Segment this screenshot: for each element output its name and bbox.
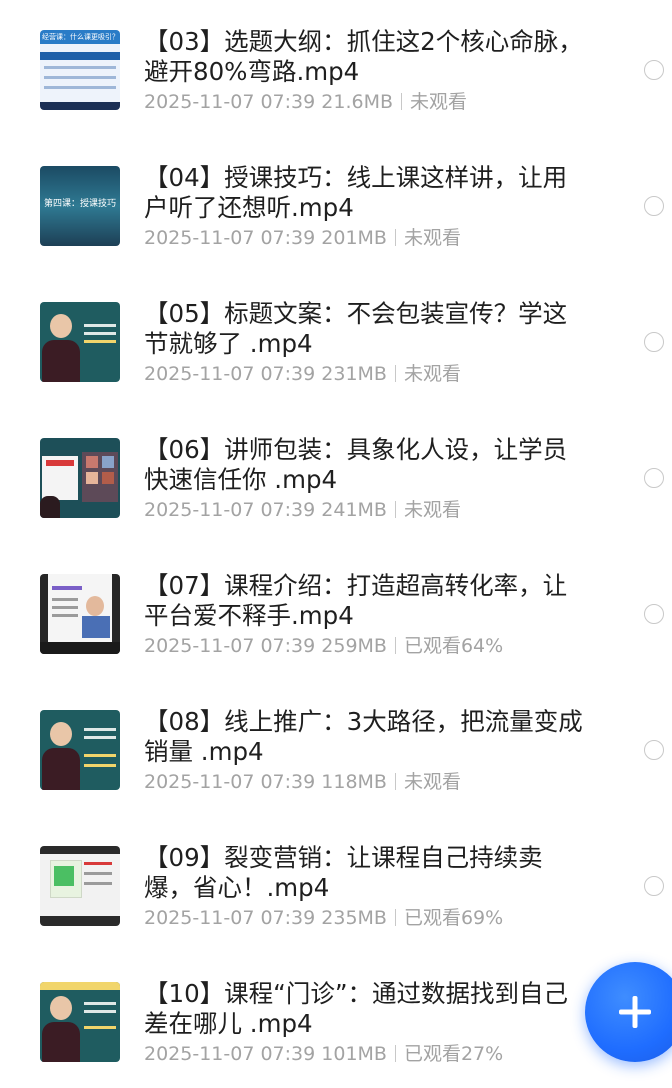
video-thumbnail[interactable]: 经营课：什么课更吸引？ <box>40 30 120 110</box>
video-date: 2025-11-07 07:39 <box>144 499 316 521</box>
meta-divider <box>394 1045 396 1062</box>
list-item[interactable]: 经营课：什么课更吸引？ 【03】选题大纲：抓住这2个核心命脉，避开80%弯路.m… <box>0 0 672 136</box>
list-item[interactable]: 【10】课程“门诊”：通过数据找到自己差在哪儿 .mp4 2025-11-07 … <box>0 952 672 1088</box>
video-meta: 2025-11-07 07:39 231MB 未观看 <box>144 360 604 388</box>
video-title: 【06】讲师包装：具象化人设，让学员快速信任你 .mp4 <box>144 435 568 494</box>
video-date: 2025-11-07 07:39 <box>144 635 316 657</box>
meta-divider <box>394 229 396 246</box>
meta-divider <box>394 365 396 382</box>
thumbnail-caption: 经营课：什么课更吸引？ <box>42 33 118 41</box>
meta-divider <box>394 773 396 790</box>
radio-circle-icon[interactable] <box>644 332 664 352</box>
video-title: 【05】标题文案：不会包装宣传？学这节就够了 .mp4 <box>144 299 568 358</box>
video-date: 2025-11-07 07:39 <box>144 227 316 249</box>
video-title: 【09】裂变营销：让课程自己持续卖爆，省心！.mp4 <box>144 843 543 902</box>
video-title: 【03】选题大纲：抓住这2个核心命脉，避开80%弯路.mp4 <box>144 27 583 86</box>
video-size: 259MB <box>321 635 387 657</box>
radio-circle-icon[interactable] <box>644 604 664 624</box>
watch-status: 未观看 <box>403 363 461 385</box>
list-item[interactable]: 【09】裂变营销：让课程自己持续卖爆，省心！.mp4 2025-11-07 07… <box>0 816 672 952</box>
video-meta: 2025-11-07 07:39 259MB 已观看64% <box>144 632 604 660</box>
watch-status: 未观看 <box>410 91 468 113</box>
meta-divider <box>394 501 396 518</box>
video-meta: 2025-11-07 07:39 101MB 已观看27% <box>144 1040 604 1068</box>
watch-status: 已观看69% <box>403 907 504 929</box>
video-size: 201MB <box>321 227 387 249</box>
video-title: 【08】线上推广：3大路径，把流量变成销量 .mp4 <box>144 707 583 766</box>
video-date: 2025-11-07 07:39 <box>144 771 316 793</box>
video-title: 【07】课程介绍：打造超高转化率，让平台爱不释手.mp4 <box>144 571 568 630</box>
video-size: 241MB <box>321 499 387 521</box>
radio-circle-icon[interactable] <box>644 60 664 80</box>
list-item[interactable]: 【08】线上推广：3大路径，把流量变成销量 .mp4 2025-11-07 07… <box>0 680 672 816</box>
radio-circle-icon[interactable] <box>644 468 664 488</box>
video-date: 2025-11-07 07:39 <box>144 91 316 113</box>
video-date: 2025-11-07 07:39 <box>144 907 316 929</box>
video-meta: 2025-11-07 07:39 235MB 已观看69% <box>144 904 604 932</box>
video-meta: 2025-11-07 07:39 21.6MB 未观看 <box>144 88 604 116</box>
meta-divider <box>401 93 402 110</box>
watch-status: 未观看 <box>403 227 461 249</box>
video-title: 【10】课程“门诊”：通过数据找到自己差在哪儿 .mp4 <box>144 979 569 1038</box>
video-thumbnail[interactable]: 第四课：授课技巧 <box>40 166 120 246</box>
thumbnail-caption: 第四课：授课技巧 <box>43 199 116 209</box>
plus-icon <box>619 996 651 1028</box>
video-meta: 2025-11-07 07:39 118MB 未观看 <box>144 768 604 796</box>
video-size: 235MB <box>321 907 387 929</box>
watch-status: 未观看 <box>403 771 461 793</box>
video-date: 2025-11-07 07:39 <box>144 363 316 385</box>
watch-status: 未观看 <box>403 499 461 521</box>
watch-status: 已观看27% <box>403 1043 504 1065</box>
video-title: 【04】授课技巧：线上课这样讲，让用户听了还想听.mp4 <box>144 163 568 222</box>
list-item[interactable]: 【06】讲师包装：具象化人设，让学员快速信任你 .mp4 2025-11-07 … <box>0 408 672 544</box>
meta-divider <box>394 637 396 654</box>
meta-divider <box>394 909 396 926</box>
list-item[interactable]: 【05】标题文案：不会包装宣传？学这节就够了 .mp4 2025-11-07 0… <box>0 272 672 408</box>
video-thumbnail[interactable] <box>40 438 120 518</box>
video-thumbnail[interactable] <box>40 982 120 1062</box>
video-thumbnail[interactable] <box>40 574 120 654</box>
video-thumbnail[interactable] <box>40 710 120 790</box>
video-thumbnail[interactable] <box>40 846 120 926</box>
video-meta: 2025-11-07 07:39 201MB 未观看 <box>144 224 604 252</box>
radio-circle-icon[interactable] <box>644 740 664 760</box>
video-date: 2025-11-07 07:39 <box>144 1043 316 1065</box>
video-size: 118MB <box>321 771 387 793</box>
video-size: 231MB <box>321 363 387 385</box>
video-meta: 2025-11-07 07:39 241MB 未观看 <box>144 496 604 524</box>
video-thumbnail[interactable] <box>40 302 120 382</box>
watch-status: 已观看64% <box>403 635 504 657</box>
video-size: 101MB <box>321 1043 387 1065</box>
radio-circle-icon[interactable] <box>644 196 664 216</box>
radio-circle-icon[interactable] <box>644 876 664 896</box>
list-item[interactable]: 第四课：授课技巧 【04】授课技巧：线上课这样讲，让用户听了还想听.mp4 20… <box>0 136 672 272</box>
list-item[interactable]: 【07】课程介绍：打造超高转化率，让平台爱不释手.mp4 2025-11-07 … <box>0 544 672 680</box>
video-size: 21.6MB <box>321 91 393 113</box>
